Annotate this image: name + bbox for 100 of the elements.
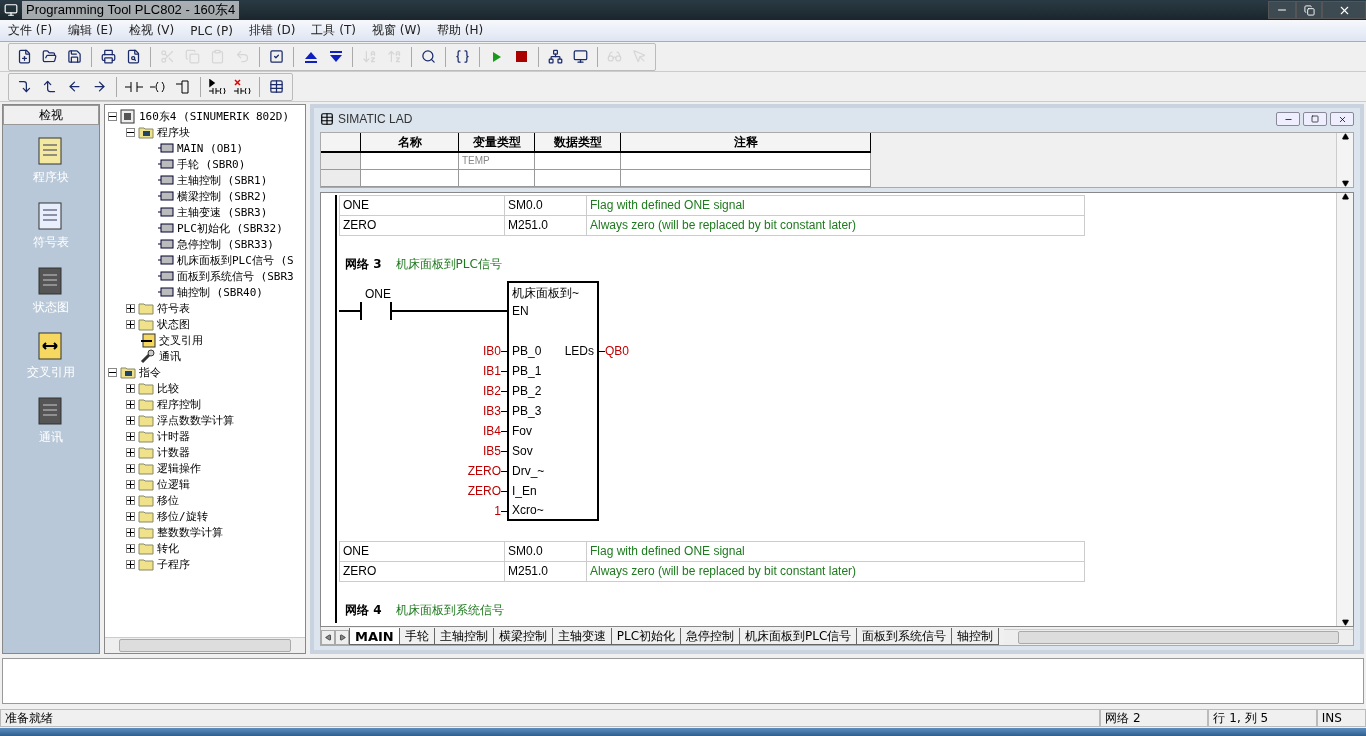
pin-name: Fov (512, 424, 532, 438)
menu-item[interactable]: 工具 (T) (303, 22, 364, 39)
tree-item[interactable]: 160东4 (SINUMERIK 802D) (139, 108, 290, 124)
pointer-icon (632, 49, 647, 64)
status-text: 准备就绪 (0, 709, 1101, 727)
address-cell: SM0.0 (505, 542, 587, 562)
expand-toggle[interactable] (126, 399, 135, 409)
tree-item[interactable]: 手轮 (SBR0) (177, 156, 246, 172)
block-icon (158, 271, 174, 281)
menu-item[interactable]: 文件 (F) (0, 22, 61, 39)
program-tab[interactable]: 横梁控制 (492, 628, 553, 645)
menu-item[interactable]: 帮助 (H) (428, 22, 492, 39)
program-tab[interactable]: 主轴控制 (433, 628, 494, 645)
expand-toggle[interactable] (126, 415, 135, 425)
menu-item[interactable]: 排错 (D) (240, 22, 304, 39)
tree-item[interactable]: 子程序 (157, 556, 190, 572)
expand-toggle[interactable] (126, 447, 135, 457)
menu-item[interactable]: 编辑 (E) (60, 22, 121, 39)
collapse-toggle[interactable] (108, 111, 117, 121)
paste-icon (210, 49, 225, 64)
scroll-left-button[interactable] (321, 630, 335, 645)
tree-item[interactable]: 移位 (157, 492, 179, 508)
close-button[interactable] (1322, 1, 1366, 19)
folder-icon (138, 461, 154, 475)
tree-item[interactable]: 符号表 (157, 300, 190, 316)
expand-toggle[interactable] (126, 527, 135, 537)
tree-item[interactable]: 主轴控制 (SBR1) (177, 172, 268, 188)
operand: ZERO (467, 484, 501, 498)
expand-toggle[interactable] (126, 319, 135, 329)
program-tab[interactable]: 轴控制 (951, 628, 1000, 645)
vertical-scrollbar[interactable] (1336, 133, 1353, 187)
collapse-toggle[interactable] (126, 127, 135, 137)
operand: IB2 (483, 384, 501, 398)
expand-toggle[interactable] (126, 511, 135, 521)
vertical-scrollbar[interactable] (1336, 193, 1353, 626)
tree-item[interactable]: 浮点数数学计算 (157, 412, 234, 428)
pin-name: PB_2 (512, 384, 542, 398)
tree-item[interactable]: 比较 (157, 380, 179, 396)
tree-item[interactable]: 计时器 (157, 428, 190, 444)
expand-toggle[interactable] (126, 463, 135, 473)
tree-item[interactable]: 逻辑操作 (157, 460, 201, 476)
tree-item[interactable]: 状态图 (157, 316, 190, 332)
minimize-button[interactable] (1268, 1, 1296, 19)
program-tab[interactable]: 急停控制 (680, 628, 741, 645)
tree-item[interactable]: 面板到系统信号 (SBR3 (177, 268, 294, 284)
arrow-document-icon (140, 332, 156, 348)
expand-toggle[interactable] (126, 431, 135, 441)
tree-item[interactable]: 交叉引用 (159, 332, 203, 348)
expand-toggle[interactable] (126, 543, 135, 553)
program-tab[interactable]: 主轴变速 (551, 628, 612, 645)
horizontal-scrollbar[interactable] (105, 637, 305, 653)
scroll-right-button[interactable] (335, 630, 349, 645)
tree-item[interactable]: 位逻辑 (157, 476, 190, 492)
tree-item[interactable]: 计数器 (157, 444, 190, 460)
tree-item[interactable]: 整数数学计算 (157, 524, 223, 540)
menu-item[interactable]: PLC (P) (182, 23, 241, 38)
program-tab[interactable]: PLC初始化 (610, 628, 682, 645)
plus-icon (127, 464, 134, 472)
horizontal-scrollbar[interactable] (1004, 629, 1353, 645)
tree-item[interactable]: 急停控制 (SBR33) (177, 236, 274, 252)
minimize-button[interactable] (1276, 112, 1300, 126)
expand-toggle[interactable] (126, 479, 135, 489)
address-cell: M251.0 (505, 216, 587, 236)
tree-item[interactable]: 指令 (139, 364, 161, 380)
close-button[interactable] (1330, 112, 1354, 126)
program-tab[interactable]: 面板到系统信号 (856, 628, 953, 645)
menu-item[interactable]: 视窗 (W) (363, 22, 429, 39)
cut-icon (160, 49, 175, 64)
glasses-icon (607, 49, 622, 64)
tree-item[interactable]: 转化 (157, 540, 179, 556)
tree-item[interactable]: 机床面板到PLC信号 (S (177, 252, 294, 268)
expand-toggle[interactable] (126, 495, 135, 505)
menu-item[interactable]: 检视 (V) (120, 22, 183, 39)
comment-cell: Always zero (will be replaced by bit constant later) (587, 562, 1085, 582)
tree-item[interactable]: 移位/旋转 (157, 508, 208, 524)
tree-item[interactable]: 轴控制 (SBR40) (177, 284, 263, 300)
tree-item[interactable]: MAIN (OB1) (177, 141, 244, 155)
folder-icon (138, 477, 154, 491)
tree-item[interactable]: 程序块 (157, 124, 190, 140)
operand: IB5 (483, 444, 501, 458)
program-tab[interactable]: MAIN (349, 628, 400, 645)
tree-item[interactable]: 横梁控制 (SBR2) (177, 188, 268, 204)
scroll-down-icon (1341, 619, 1349, 626)
maximize-button[interactable] (1296, 1, 1322, 19)
pin-name: PB_0 (512, 344, 542, 358)
window-title: Programming Tool PLC802 - 160东4 (22, 1, 240, 19)
tree-item[interactable]: 通讯 (159, 348, 181, 364)
expand-toggle[interactable] (126, 303, 135, 313)
network-number: 网络 4 (345, 602, 382, 619)
tree-item[interactable]: 程序控制 (157, 396, 201, 412)
program-tab[interactable]: 机床面板到PLC信号 (739, 628, 858, 645)
sort-ascending-icon (362, 49, 377, 64)
comment-cell: Always zero (will be replaced by bit constant later) (587, 216, 1085, 236)
tree-item[interactable]: 主轴变速 (SBR3) (177, 204, 268, 220)
program-tab[interactable]: 手轮 (398, 628, 435, 645)
expand-toggle[interactable] (126, 559, 135, 569)
expand-toggle[interactable] (126, 383, 135, 393)
tree-item[interactable]: PLC初始化 (SBR32) (177, 220, 283, 236)
plus-icon (127, 448, 134, 456)
collapse-toggle[interactable] (108, 367, 117, 377)
